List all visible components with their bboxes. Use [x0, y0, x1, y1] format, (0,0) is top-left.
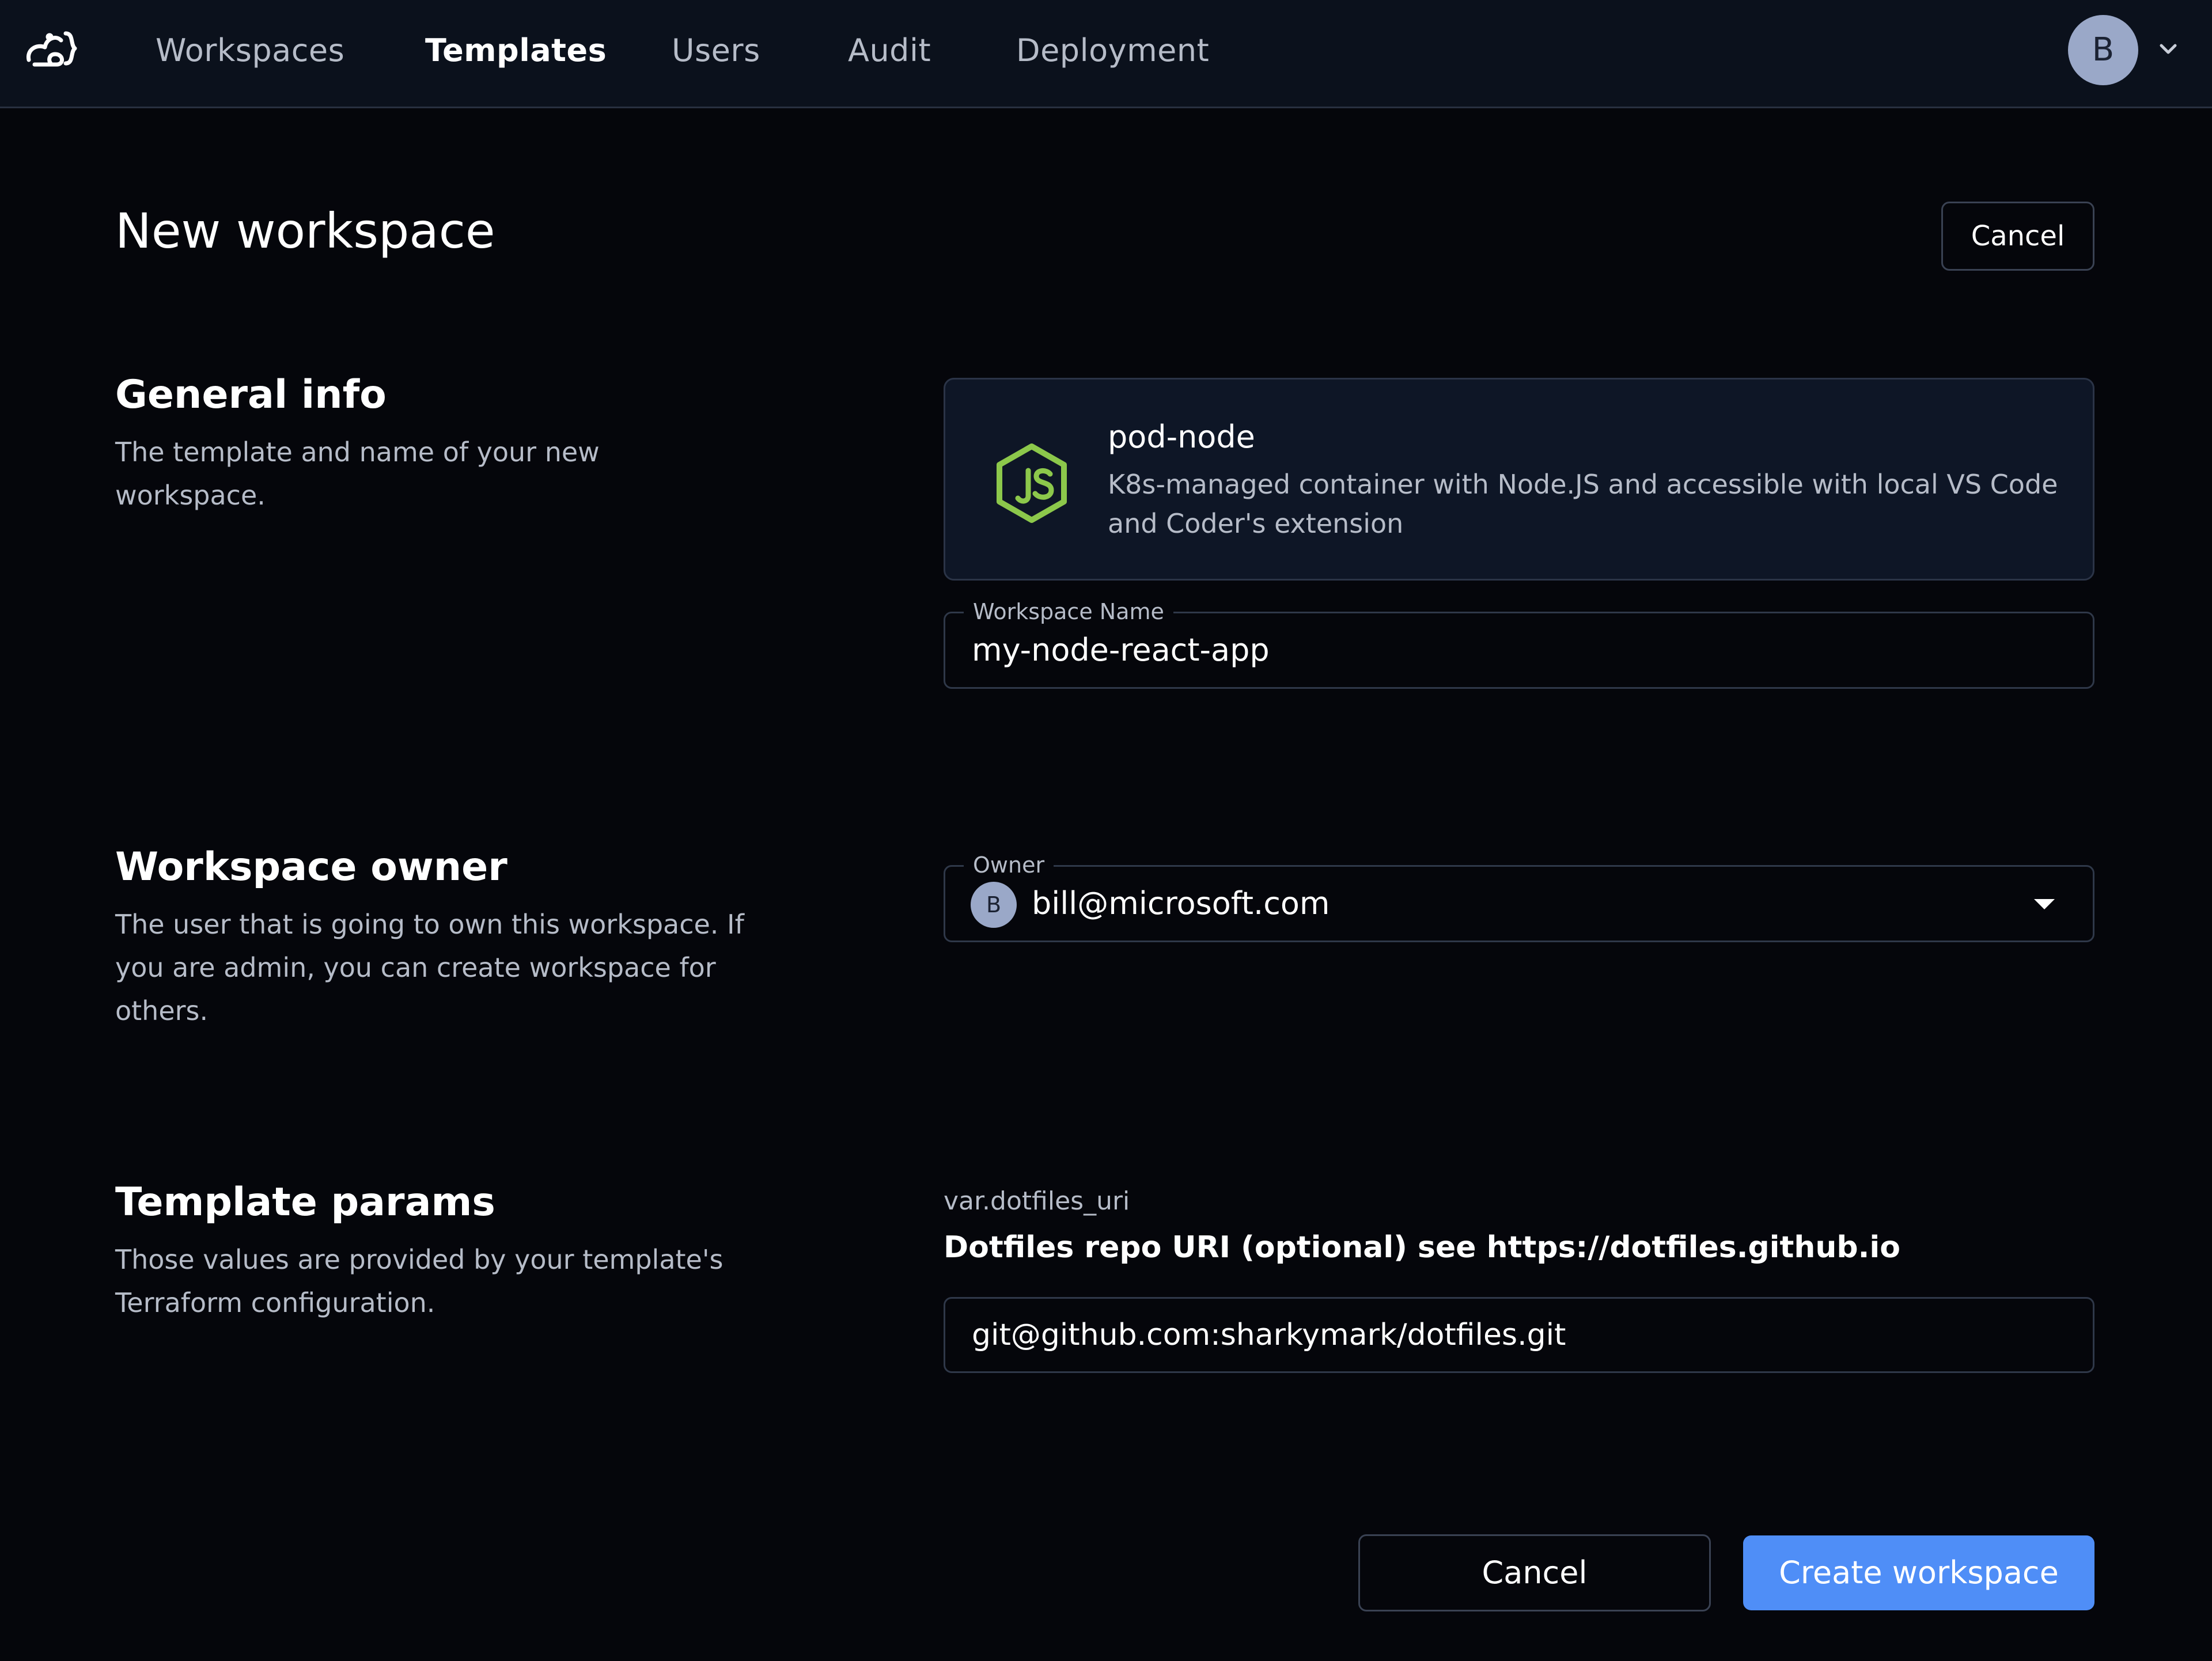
create-workspace-button[interactable]: Create workspace: [1743, 1535, 2094, 1610]
template-description: K8s-managed container with Node.JS and a…: [1108, 469, 2058, 539]
coder-logo-icon[interactable]: [23, 24, 81, 76]
nodejs-icon: [997, 443, 1067, 523]
nav-templates[interactable]: Templates: [425, 28, 607, 74]
workspace-name-value[interactable]: my-node-react-app: [972, 613, 1270, 687]
dotfiles-uri-input[interactable]: [944, 1297, 2094, 1373]
nav-audit[interactable]: Audit: [848, 28, 931, 74]
general-info-description: The template and name of your new worksp…: [115, 437, 600, 511]
workspace-name-field[interactable]: Workspace Name my-node-react-app: [944, 598, 2094, 689]
param-variable-name: var.dotfiles_uri: [944, 1186, 1130, 1216]
nav-users[interactable]: Users: [672, 28, 760, 74]
template-params-description: Those values are provided by your templa…: [115, 1244, 724, 1318]
template-card: pod-node K8s-managed container with Node…: [944, 378, 2094, 581]
workspace-owner-title: Workspace owner: [115, 844, 507, 890]
cancel-button-top[interactable]: Cancel: [1941, 202, 2094, 271]
param-description: Dotfiles repo URI (optional) see https:/…: [944, 1230, 1900, 1265]
chevron-down-icon[interactable]: [2157, 40, 2180, 58]
owner-avatar: B: [971, 882, 1017, 928]
owner-value: bill@microsoft.com: [1032, 885, 1330, 921]
dropdown-arrow-icon[interactable]: [2033, 898, 2056, 911]
cancel-button[interactable]: Cancel: [1358, 1534, 1711, 1611]
general-info-title: General info: [115, 372, 387, 418]
nav-deployment[interactable]: Deployment: [1016, 28, 1209, 74]
template-params-title: Template params: [115, 1180, 495, 1225]
user-avatar[interactable]: B: [2068, 15, 2138, 85]
workspace-owner-description: The user that is going to own this works…: [115, 909, 744, 1026]
nav-workspaces[interactable]: Workspaces: [156, 28, 344, 74]
page-title: New workspace: [115, 203, 495, 259]
top-navbar: Workspaces Templates Users Audit Deploym…: [0, 0, 2212, 108]
owner-select[interactable]: Owner B bill@microsoft.com: [944, 852, 2094, 942]
template-name: pod-node: [1108, 419, 1255, 455]
